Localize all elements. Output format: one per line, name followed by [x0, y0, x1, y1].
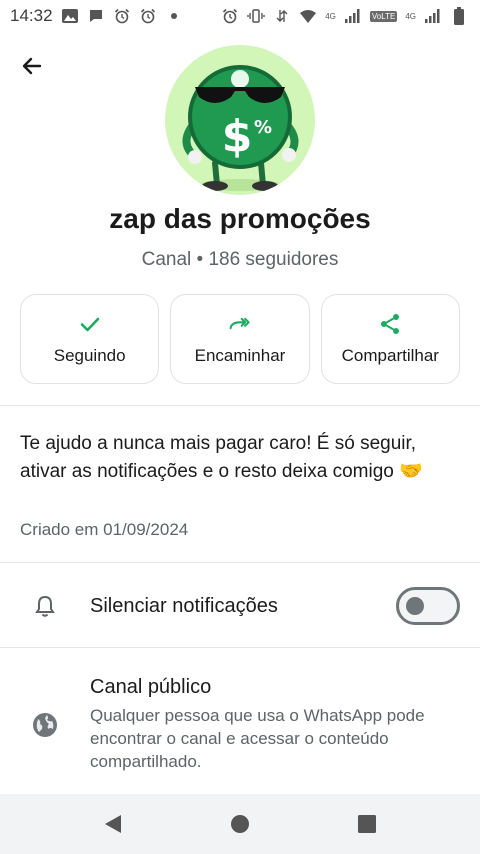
vibrate-icon — [247, 7, 265, 25]
bell-icon — [32, 593, 58, 619]
globe-icon — [32, 712, 58, 738]
nav-recents-button[interactable] — [347, 804, 387, 844]
section-divider — [0, 405, 480, 406]
channel-description: Te ajudo a nunca mais pagar caro! É só s… — [20, 433, 423, 482]
double-forward-icon — [228, 312, 252, 336]
created-date: Criado em 01/09/2024 — [20, 520, 189, 539]
public-channel-title: Canal público — [90, 676, 212, 698]
alarm-notification-icon-2 — [139, 7, 157, 25]
following-button[interactable]: Seguindo — [20, 294, 160, 384]
signal-icon — [344, 7, 362, 25]
money-mascot-icon: $ % — [182, 65, 299, 191]
channel-info-screen: 14:32 4G VoLTE 4G $ % zap das promoções … — [0, 0, 480, 854]
signal-icon-2 — [424, 7, 442, 25]
status-right: 4G VoLTE 4G — [221, 7, 468, 25]
triangle-back-icon — [105, 815, 122, 833]
battery-icon — [450, 7, 468, 25]
action-buttons: Seguindo Encaminhar Compartilhar — [20, 294, 460, 384]
status-left: 14:32 — [10, 6, 183, 26]
svg-text:%: % — [254, 117, 272, 138]
square-recents-icon — [357, 815, 376, 833]
channel-meta: Canal • 186 seguidores — [141, 249, 339, 270]
circle-home-icon — [230, 815, 249, 833]
alarm-notification-icon — [113, 7, 131, 25]
nav-home-button[interactable] — [220, 804, 260, 844]
alarm-status-icon — [221, 7, 239, 25]
network-type-label-2: 4G — [405, 11, 416, 21]
network-type-label: 4G — [325, 11, 336, 21]
section-divider — [0, 647, 480, 648]
section-divider — [0, 562, 480, 563]
channel-avatar[interactable]: $ % — [165, 45, 315, 195]
public-channel-row: Canal público Qualquer pessoa que usa o … — [0, 676, 480, 776]
arrow-left-icon — [22, 57, 42, 75]
back-button[interactable] — [16, 50, 48, 82]
wifi-icon — [299, 7, 317, 25]
gallery-notification-icon — [61, 7, 79, 25]
following-label: Seguindo — [53, 346, 126, 365]
more-notifications-dot-icon — [165, 7, 183, 25]
mute-label: Silenciar notificações — [90, 594, 278, 617]
navigation-bar — [0, 794, 480, 854]
nav-back-button[interactable] — [93, 804, 133, 844]
status-time: 14:32 — [10, 6, 53, 25]
check-icon — [78, 312, 102, 336]
mute-notifications-row[interactable]: Silenciar notificações — [0, 564, 480, 648]
share-button[interactable]: Compartilhar — [320, 294, 460, 384]
share-label: Compartilhar — [341, 346, 439, 365]
data-transfer-icon — [273, 7, 291, 25]
status-bar: 14:32 4G VoLTE 4G — [0, 0, 480, 32]
forward-button[interactable]: Encaminhar — [170, 294, 310, 384]
mute-toggle[interactable] — [396, 587, 460, 625]
share-icon — [378, 312, 402, 336]
toggle-knob — [406, 597, 424, 615]
public-channel-description: Qualquer pessoa que usa o WhatsApp pode … — [90, 706, 425, 771]
forward-label: Encaminhar — [194, 346, 286, 365]
svg-text:$: $ — [222, 111, 253, 162]
chat-notification-icon — [87, 7, 105, 25]
volte-badge: VoLTE — [369, 10, 398, 22]
channel-name: zap das promoções — [109, 203, 371, 234]
